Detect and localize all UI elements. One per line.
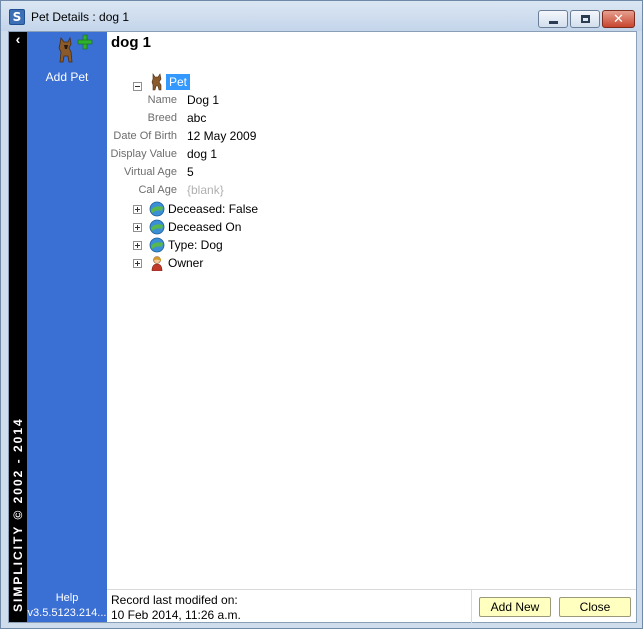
copyright-text: SIMPLICITY © 2002 - 2014 [11, 417, 25, 612]
brand-strip: ‹ SIMPLICITY © 2002 - 2014 [9, 32, 27, 622]
close-button[interactable]: Close [559, 597, 631, 617]
version-text: v3.5.5123.214... [27, 607, 107, 619]
maximize-icon [581, 15, 590, 23]
help-link[interactable]: Help [27, 592, 107, 604]
tree-node-label[interactable]: Pet [166, 74, 191, 90]
tree-node-label: Deceased On [168, 220, 242, 234]
property-label: Breed [147, 112, 177, 124]
property-row: Date Of Birth 12 May 2009 [107, 128, 636, 146]
minimize-icon [549, 21, 558, 24]
collapse-toggle[interactable] [133, 82, 142, 91]
plus-icon [77, 34, 93, 50]
tree-node-deceased-on[interactable]: Deceased On [107, 218, 636, 236]
person-icon [151, 256, 163, 271]
property-label: Cal Age [138, 184, 177, 196]
property-row: Name Dog 1 [107, 92, 636, 110]
title-bar[interactable]: S Pet Details : dog 1 ✕ [1, 1, 642, 31]
close-window-button[interactable]: ✕ [602, 10, 635, 28]
divider [471, 590, 472, 623]
property-value[interactable]: 12 May 2009 [187, 129, 256, 143]
client-area: ‹ SIMPLICITY © 2002 - 2014 Add Pet Help … [8, 31, 637, 623]
main-panel: dog 1 Pet Name Dog 1 Breed abc Date Of B… [107, 32, 636, 623]
property-label: Date Of Birth [113, 130, 177, 142]
close-icon: ✕ [613, 11, 624, 26]
add-new-button[interactable]: Add New [479, 597, 551, 617]
globe-icon [149, 201, 165, 217]
globe-icon [149, 237, 165, 253]
property-value[interactable]: abc [187, 111, 206, 125]
tree-node-pet[interactable]: Pet [107, 72, 636, 92]
globe-icon [149, 219, 165, 235]
property-value[interactable]: 5 [187, 165, 194, 179]
maximize-button[interactable] [570, 10, 600, 28]
property-label: Name [147, 94, 177, 106]
expand-toggle[interactable] [133, 241, 142, 250]
window: S Pet Details : dog 1 ✕ ‹ SIMPLICITY © 2… [0, 0, 643, 629]
tree-node-label: Owner [168, 256, 204, 270]
tree-node-owner[interactable]: Owner [107, 254, 636, 272]
property-row: Breed abc [107, 110, 636, 128]
expand-toggle[interactable] [133, 223, 142, 232]
window-title: Pet Details : dog 1 [31, 10, 130, 24]
status-bar: Record last modifed on: 10 Feb 2014, 11:… [107, 589, 636, 623]
property-value[interactable]: {blank} [187, 183, 224, 197]
property-label: Virtual Age [123, 166, 177, 178]
expand-toggle[interactable] [133, 205, 142, 214]
tree-node-deceased[interactable]: Deceased: False [107, 200, 636, 218]
sidebar: Add Pet Help v3.5.5123.214... [27, 32, 107, 622]
property-value[interactable]: dog 1 [187, 147, 217, 161]
minimize-button[interactable] [538, 10, 568, 28]
dog-icon [151, 73, 162, 91]
property-row: Virtual Age 5 [107, 164, 636, 182]
last-modified-label: Record last modifed on: [111, 593, 238, 607]
tree-node-label: Deceased: False [168, 202, 259, 216]
dog-icon [58, 36, 73, 63]
property-row: Display Value dog 1 [107, 146, 636, 164]
add-pet-button[interactable]: Add Pet [27, 32, 107, 88]
property-row: Cal Age {blank} [107, 182, 636, 200]
record-title: dog 1 [111, 34, 151, 51]
last-modified-date: 10 Feb 2014, 11:26 a.m. [111, 608, 241, 622]
back-arrow-icon[interactable]: ‹ [9, 32, 27, 48]
tree-node-type[interactable]: Type: Dog [107, 236, 636, 254]
add-pet-label: Add Pet [45, 70, 89, 84]
app-icon: S [9, 9, 25, 25]
tree-node-label: Type: Dog [168, 238, 223, 252]
expand-toggle[interactable] [133, 259, 142, 268]
property-value[interactable]: Dog 1 [187, 93, 219, 107]
property-label: Display Value [110, 148, 177, 160]
